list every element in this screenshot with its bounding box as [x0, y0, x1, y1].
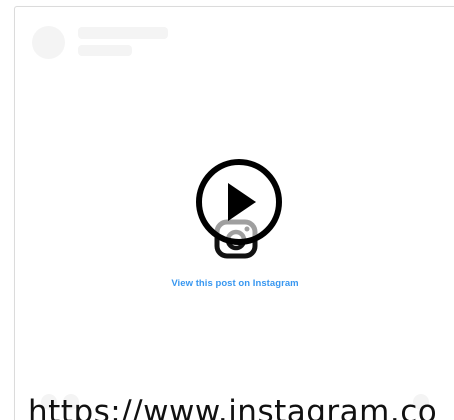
play-button[interactable]: [194, 157, 284, 247]
instagram-embed-page: View this post on Instagram https://www.…: [0, 0, 454, 420]
subtitle-placeholder: [78, 45, 132, 56]
username-placeholder: [78, 27, 168, 39]
post-url-caption[interactable]: https://www.instagram.co: [28, 392, 437, 420]
avatar-placeholder: [32, 26, 65, 59]
view-on-instagram-link[interactable]: View this post on Instagram: [0, 278, 454, 289]
